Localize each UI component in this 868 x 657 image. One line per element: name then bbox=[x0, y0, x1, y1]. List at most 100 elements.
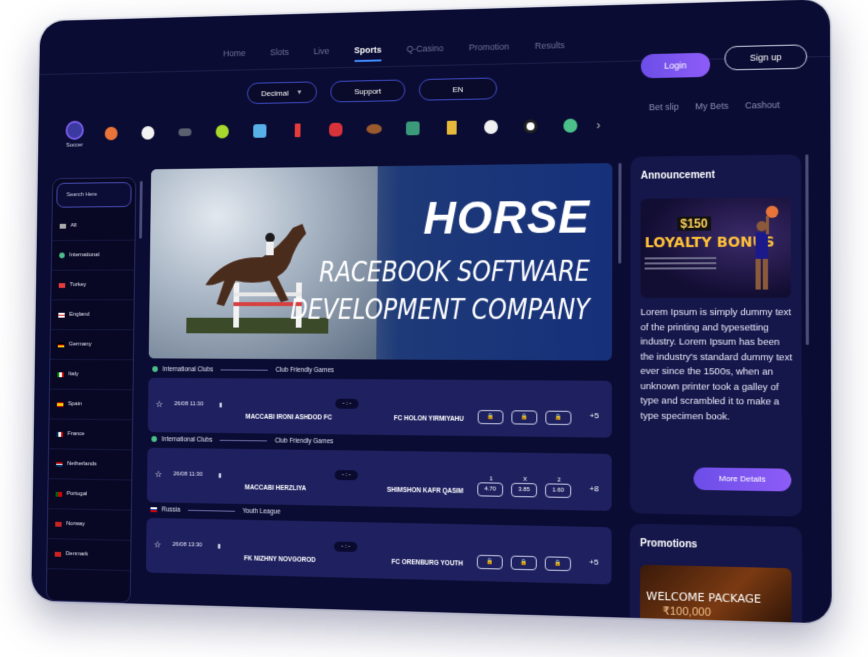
sport-boxing[interactable] bbox=[317, 122, 355, 137]
match-date: 26/08 11:30 bbox=[174, 401, 204, 408]
sidebar-item-france[interactable]: France bbox=[49, 419, 133, 451]
sport-football[interactable] bbox=[511, 119, 551, 134]
star-icon[interactable]: ☆ bbox=[155, 469, 163, 480]
hero-banner[interactable]: HORSE RACEBOOK SOFTWARE DEVELOPMENT COMP… bbox=[148, 163, 613, 361]
nav-sports[interactable]: Sports bbox=[354, 44, 382, 63]
nav-live[interactable]: Live bbox=[314, 46, 330, 63]
sport-esports[interactable] bbox=[393, 121, 432, 136]
nav-results[interactable]: Results bbox=[535, 40, 565, 58]
odd-button-x[interactable]: X 3.85 bbox=[511, 477, 538, 498]
sport-cricket-wickets[interactable] bbox=[432, 120, 471, 135]
match-card: Russia Youth League ☆ 26/08 13:30 ▮ - : … bbox=[145, 502, 612, 585]
match-score: - : - bbox=[335, 398, 359, 409]
mybets-tab[interactable]: My Bets bbox=[695, 101, 728, 112]
sidebar-item-label: Spain bbox=[67, 401, 83, 408]
flag-france-icon bbox=[56, 431, 63, 437]
sport-other[interactable] bbox=[550, 118, 590, 133]
american-football-icon bbox=[366, 123, 382, 135]
sidebar-item-portugal[interactable]: Portugal bbox=[48, 479, 132, 511]
odds-format-select[interactable]: Decimal ▼ bbox=[246, 81, 318, 105]
sidebar-item-germany[interactable]: Germany bbox=[50, 330, 134, 361]
stats-icon[interactable]: ▮ bbox=[219, 402, 222, 409]
sport-tennis[interactable] bbox=[203, 124, 241, 139]
flag-russia-icon bbox=[150, 506, 158, 512]
sport-american-football[interactable] bbox=[355, 123, 394, 135]
odd-button-1[interactable]: 1 4.70 bbox=[477, 476, 504, 497]
odd-button-locked[interactable]: 🔒 bbox=[476, 554, 503, 570]
cricket-icon bbox=[253, 124, 267, 138]
soccer-icon bbox=[65, 120, 84, 140]
announcement-panel: Announcement $150 LOYALTY BONUS Lorem Ip… bbox=[629, 154, 802, 517]
sidebar-item-label: Denmark bbox=[65, 551, 89, 558]
match-row[interactable]: ☆ 26/08 11:30 ▮ - : - MACCABI HERZLIYA S… bbox=[146, 447, 612, 511]
away-team: FC ORENBURG YOUTH bbox=[391, 558, 464, 568]
nav-slots[interactable]: Slots bbox=[270, 47, 289, 64]
match-row[interactable]: ☆ 26/08 13:30 ▮ - : - FK NIZHNY NOVGOROD… bbox=[145, 517, 612, 585]
welcome-amount: ₹100,000 bbox=[662, 605, 711, 620]
away-team: SHIMSHON KAFR QASIM bbox=[386, 486, 464, 496]
banner-subtitle-1: RACEBOOK SOFTWARE bbox=[319, 255, 591, 289]
match-header: International Clubs Club Friendly Games bbox=[148, 362, 611, 379]
sidebar-item-norway[interactable]: Norway bbox=[47, 509, 131, 541]
language-button[interactable]: EN bbox=[418, 77, 498, 101]
sidebar-item-label: Norway bbox=[66, 521, 85, 528]
odd-label: 1 bbox=[489, 476, 493, 483]
nav-promotion[interactable]: Promotion bbox=[469, 42, 509, 60]
more-markets-count[interactable]: +5 bbox=[590, 411, 599, 420]
more-markets-count[interactable]: +5 bbox=[589, 557, 598, 566]
sport-baseball[interactable] bbox=[129, 126, 166, 140]
odd-button-locked[interactable]: 🔒 bbox=[544, 556, 571, 572]
odd-button-2[interactable]: 2 1.60 bbox=[545, 477, 572, 498]
nav-home[interactable]: Home bbox=[223, 48, 246, 65]
sidebar-item-spain[interactable]: Spain bbox=[49, 389, 133, 421]
odd-button-locked[interactable]: 🔒 bbox=[545, 410, 572, 426]
star-icon[interactable]: ☆ bbox=[155, 399, 163, 410]
stats-icon[interactable]: ▮ bbox=[218, 543, 221, 550]
sidebar-item-england[interactable]: England bbox=[50, 300, 134, 331]
sport-hockey[interactable] bbox=[166, 128, 203, 137]
sidebar-item-italy[interactable]: Italy bbox=[49, 359, 133, 391]
odd-button-locked[interactable]: 🔒 bbox=[510, 555, 537, 571]
more-markets-count[interactable]: +8 bbox=[589, 484, 598, 493]
odd-label: 2 bbox=[557, 477, 561, 484]
signup-button[interactable]: Sign up bbox=[724, 44, 808, 71]
search-input[interactable]: Search Here bbox=[56, 182, 132, 208]
sidebar-scrollbar[interactable] bbox=[139, 180, 143, 239]
sidebar-item-label: Turkey bbox=[69, 282, 87, 288]
odd-label: X bbox=[523, 476, 528, 484]
chevron-right-icon[interactable]: › bbox=[596, 118, 600, 132]
sidebar-item-denmark[interactable]: Denmark bbox=[47, 539, 131, 572]
star-icon[interactable]: ☆ bbox=[154, 539, 162, 550]
sport-basketball[interactable] bbox=[93, 126, 130, 141]
sport-volleyball[interactable] bbox=[471, 119, 510, 135]
more-details-button[interactable]: More Details bbox=[693, 467, 792, 492]
sport-golf[interactable] bbox=[279, 123, 317, 138]
support-button[interactable]: Support bbox=[330, 79, 406, 103]
sidebar-item-turkey[interactable]: Turkey bbox=[51, 270, 135, 301]
main-scrollbar[interactable] bbox=[618, 162, 622, 264]
match-row[interactable]: ☆ 26/08 11:30 ▮ - : - MACCABI IRONI ASHD… bbox=[147, 377, 612, 438]
sidebar-item-netherlands[interactable]: Netherlands bbox=[48, 449, 132, 481]
sport-soccer[interactable]: Soccer bbox=[56, 120, 93, 148]
match-card: International Clubs Club Friendly Games … bbox=[146, 432, 612, 511]
odd-button-locked[interactable]: 🔒 bbox=[477, 409, 504, 425]
match-score: - : - bbox=[334, 541, 358, 553]
sidebar-item-label: Netherlands bbox=[67, 461, 97, 468]
cashout-tab[interactable]: Cashout bbox=[745, 100, 780, 111]
loyalty-bonus-image[interactable]: $150 LOYALTY BONUS bbox=[640, 197, 791, 298]
right-scrollbar[interactable] bbox=[805, 154, 809, 346]
welcome-package-card[interactable]: WELCOME PACKAGE ₹100,000 bbox=[639, 564, 792, 624]
nav-q-casino[interactable]: Q-Casino bbox=[407, 43, 444, 61]
login-button[interactable]: Login bbox=[640, 52, 711, 79]
stats-icon[interactable]: ▮ bbox=[218, 472, 221, 479]
betslip-tab[interactable]: Bet slip bbox=[649, 102, 679, 113]
sidebar-item-international[interactable]: International bbox=[51, 240, 135, 271]
home-team: FK NIZHNY NOVGOROD bbox=[243, 555, 316, 564]
header-dash bbox=[187, 509, 235, 512]
sidebar-item-all[interactable]: All bbox=[52, 210, 135, 242]
sport-cricket[interactable] bbox=[241, 124, 279, 138]
globe-icon bbox=[59, 252, 65, 259]
odds-group: 🔒 🔒 🔒 bbox=[476, 554, 571, 572]
odd-button-locked[interactable]: 🔒 bbox=[511, 410, 538, 425]
match-category: International Clubs bbox=[162, 365, 214, 373]
